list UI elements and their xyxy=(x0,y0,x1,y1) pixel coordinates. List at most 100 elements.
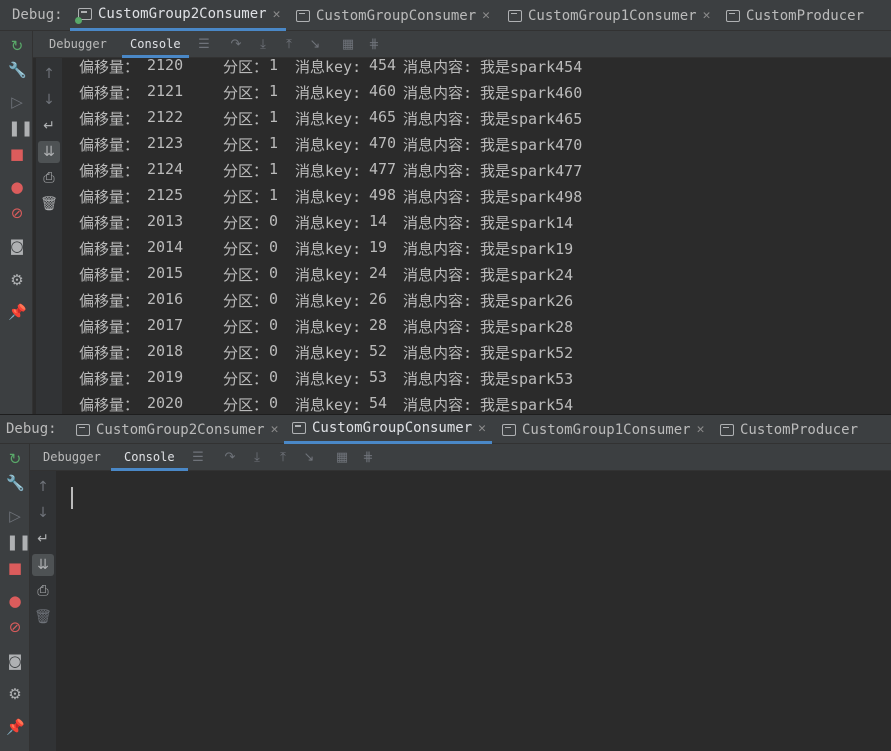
tab-custom-group2-consumer[interactable]: CustomGroup2Consumer ✕ xyxy=(76,415,278,444)
tab-custom-group2-consumer[interactable]: CustomGroup2Consumer ✕ xyxy=(70,0,287,31)
console-field-label: 消息key: xyxy=(295,344,362,362)
rerun-icon[interactable]: ↻ xyxy=(8,37,26,55)
pin-icon[interactable]: 📌 xyxy=(8,303,27,321)
resume-icon[interactable]: ▷ xyxy=(8,93,26,111)
rerun-icon[interactable]: ↻ xyxy=(6,450,24,468)
close-icon[interactable]: ✕ xyxy=(482,8,490,23)
tab-custom-producer[interactable]: CustomProducer xyxy=(726,0,864,31)
tab-custom-group-consumer[interactable]: CustomGroupConsumer ✕ xyxy=(296,0,490,31)
console-offset-value: 2120 xyxy=(147,58,184,74)
step-over-icon[interactable]: ↷ xyxy=(228,37,244,53)
tab-custom-group1-consumer[interactable]: CustomGroup1Consumer ✕ xyxy=(502,415,704,444)
menu-icon[interactable]: ☰ xyxy=(190,450,206,466)
debug-label: Debug: xyxy=(12,7,63,23)
scroll-to-end-icon[interactable]: ⇊ xyxy=(32,554,54,576)
debug-panel-bottom: Debug: CustomGroup2Consumer ✕ CustomGrou… xyxy=(0,414,891,751)
console-field-label: 分区： xyxy=(223,214,269,232)
console-partition-value: 0 xyxy=(269,394,279,412)
text-cursor xyxy=(71,487,73,509)
step-over-icon[interactable]: ↷ xyxy=(222,450,238,466)
pause-icon[interactable]: ❚❚ xyxy=(6,533,31,551)
frames-icon[interactable]: ⋕ xyxy=(360,450,376,466)
console-key-value: 477 xyxy=(369,160,397,178)
console-field-label: 分区： xyxy=(223,240,269,258)
tab-label: CustomGroup2Consumer xyxy=(96,421,265,438)
up-arrow-icon[interactable]: ↑ xyxy=(38,63,60,85)
resume-icon[interactable]: ▷ xyxy=(6,507,24,525)
close-icon[interactable]: ✕ xyxy=(478,421,486,436)
step-into-icon[interactable]: ⤓ xyxy=(255,37,271,53)
step-into-icon[interactable]: ⤓ xyxy=(249,450,265,466)
console-sidebar: ↑ ↓ ↵ ⇊ ⎙ 🗑 xyxy=(30,471,56,751)
mute-breakpoints-icon[interactable]: ⊘ xyxy=(8,204,26,222)
console-field-label: 偏移量： xyxy=(79,188,140,206)
down-arrow-icon[interactable]: ↓ xyxy=(32,502,54,524)
step-out-icon[interactable]: ⤒ xyxy=(275,450,291,466)
view-breakpoints-icon[interactable]: ● xyxy=(8,178,26,196)
console-content-value: 我是spark460 xyxy=(480,84,583,102)
print-icon[interactable]: ⎙ xyxy=(38,167,60,189)
console-field-label: 消息内容: xyxy=(403,84,473,102)
debug-toolbar: Debugger Console ☰ ↷ ⤓ ⤒ ↘ ▦ ⋕ xyxy=(0,444,891,471)
console-tab-icon xyxy=(720,423,734,436)
tab-label: CustomProducer xyxy=(740,421,859,438)
step-out-icon[interactable]: ⤒ xyxy=(281,37,297,53)
soft-wrap-icon[interactable]: ↵ xyxy=(32,528,54,550)
tab-custom-group-consumer[interactable]: CustomGroupConsumer ✕ xyxy=(284,415,492,444)
stop-icon[interactable]: ■ xyxy=(8,145,26,163)
camera-icon[interactable]: ◙ xyxy=(8,237,26,255)
close-icon[interactable]: ✕ xyxy=(273,7,281,22)
print-icon[interactable]: ⎙ xyxy=(32,580,54,602)
console-field-label: 分区： xyxy=(223,162,269,180)
close-icon[interactable]: ✕ xyxy=(703,8,711,23)
menu-icon[interactable]: ☰ xyxy=(196,37,212,53)
mute-breakpoints-icon[interactable]: ⊘ xyxy=(6,618,24,636)
console-tab-icon xyxy=(292,422,306,434)
console-key-value: 498 xyxy=(369,186,397,204)
console-output[interactable] xyxy=(59,471,891,751)
run-to-cursor-icon[interactable]: ↘ xyxy=(301,450,317,466)
camera-icon[interactable]: ◙ xyxy=(6,652,24,670)
console-output[interactable]: 偏移量： 2120 分区： 1 消息key: 454 消息内容: 我是spark454 偏移量：… xyxy=(64,58,891,414)
tab-console[interactable]: Console xyxy=(111,444,188,471)
console-field-label: 消息key: xyxy=(295,110,362,128)
console-field-label: 消息内容: xyxy=(403,396,473,414)
console-partition-value: 0 xyxy=(269,238,279,256)
stop-icon[interactable]: ■ xyxy=(6,559,24,577)
trash-icon[interactable]: 🗑 xyxy=(32,606,54,628)
tab-custom-group1-consumer[interactable]: CustomGroup1Consumer ✕ xyxy=(508,0,710,31)
console-field-label: 分区： xyxy=(223,136,269,154)
close-icon[interactable]: ✕ xyxy=(271,422,279,437)
tab-custom-producer[interactable]: CustomProducer xyxy=(720,415,858,444)
wrench-icon[interactable]: 🔧 xyxy=(8,61,27,79)
close-icon[interactable]: ✕ xyxy=(697,422,705,437)
trash-icon[interactable]: 🗑 xyxy=(38,193,60,215)
tab-debugger[interactable]: Debugger xyxy=(49,31,107,58)
frames-icon[interactable]: ⋕ xyxy=(366,37,382,53)
console-content-value: 我是spark53 xyxy=(480,370,574,388)
console-partition-value: 0 xyxy=(269,316,279,334)
console-key-value: 465 xyxy=(369,108,397,126)
settings-icon[interactable]: ⚙ xyxy=(6,685,24,703)
tab-console[interactable]: Console xyxy=(122,31,189,58)
console-tab-icon xyxy=(76,423,90,436)
settings-icon[interactable]: ⚙ xyxy=(8,271,26,289)
table-icon[interactable]: ▦ xyxy=(334,450,350,466)
console-key-value: 24 xyxy=(369,264,388,282)
soft-wrap-icon[interactable]: ↵ xyxy=(38,115,60,137)
scroll-to-end-icon[interactable]: ⇊ xyxy=(38,141,60,163)
pause-icon[interactable]: ❚❚ xyxy=(8,119,33,137)
table-icon[interactable]: ▦ xyxy=(340,37,356,53)
tab-debugger[interactable]: Debugger xyxy=(43,444,101,471)
up-arrow-icon[interactable]: ↑ xyxy=(32,476,54,498)
console-partition-value: 0 xyxy=(269,342,279,360)
console-content-value: 我是spark28 xyxy=(480,318,574,336)
down-arrow-icon[interactable]: ↓ xyxy=(38,89,60,111)
run-to-cursor-icon[interactable]: ↘ xyxy=(307,37,323,53)
wrench-icon[interactable]: 🔧 xyxy=(6,474,25,492)
run-tab-bar: Debug: CustomGroup2Consumer ✕ CustomGrou… xyxy=(0,0,891,31)
view-breakpoints-icon[interactable]: ● xyxy=(6,592,24,610)
pin-icon[interactable]: 📌 xyxy=(6,718,25,736)
console-tab-icon xyxy=(726,9,740,22)
console-field-label: 分区： xyxy=(223,110,269,128)
